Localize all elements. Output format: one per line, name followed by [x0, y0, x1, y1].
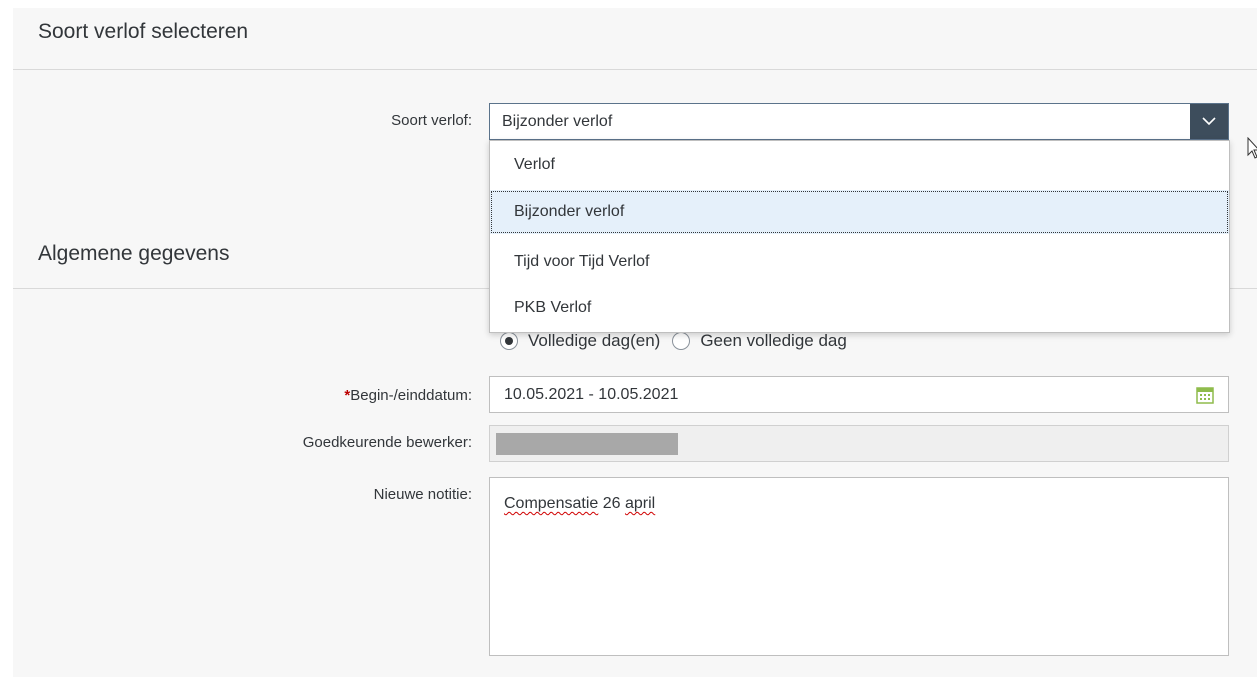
- note-label: Nieuwe notitie:: [373, 486, 472, 503]
- note-word: 26: [602, 495, 621, 512]
- leave-type-selected-value: Bijzonder verlof: [502, 113, 613, 130]
- section-title-general: Algemene gegevens: [38, 242, 230, 265]
- leave-type-label: Soort verlof:: [391, 112, 472, 129]
- chevron-down-icon: [1202, 117, 1216, 126]
- dropdown-option[interactable]: Tijd voor Tijd Verlof: [490, 240, 1229, 284]
- dropdown-toggle-button[interactable]: [1190, 104, 1228, 139]
- note-value: Compensatie 26 april: [504, 495, 655, 513]
- section-divider: [13, 69, 1257, 70]
- note-textarea[interactable]: Compensatie 26 april: [489, 477, 1229, 656]
- radio-partial-day-label[interactable]: Geen volledige dag: [700, 331, 847, 351]
- note-word: Compensatie: [504, 495, 599, 512]
- radio-partial-day[interactable]: [672, 332, 691, 350]
- leave-type-select[interactable]: Bijzonder verlof: [489, 103, 1229, 140]
- radio-full-day-label[interactable]: Volledige dag(en): [528, 331, 660, 351]
- approver-label: Goedkeurende bewerker:: [302, 434, 472, 451]
- section-title-leave-type: Soort verlof selecteren: [38, 20, 249, 43]
- radio-full-day[interactable]: [500, 332, 518, 350]
- duration-radio-group: Volledige dag(en) Geen volledige dag: [500, 330, 847, 352]
- note-word: april: [624, 495, 656, 512]
- dropdown-option[interactable]: PKB Verlof: [490, 286, 1229, 330]
- date-range-input[interactable]: 10.05.2021 - 10.05.2021: [489, 376, 1229, 413]
- approver-redacted-value: [496, 433, 678, 455]
- dropdown-option-selected[interactable]: Bijzonder verlof: [490, 190, 1229, 234]
- calendar-icon[interactable]: [1196, 386, 1214, 404]
- date-range-label: *Begin-/einddatum:: [12, 387, 472, 404]
- leave-type-dropdown-list: Verlof Bijzonder verlof Tijd voor Tijd V…: [489, 140, 1230, 333]
- mouse-pointer-icon: [1247, 137, 1257, 159]
- date-range-label-text: Begin-/einddatum:: [350, 387, 472, 404]
- approver-field: [489, 425, 1229, 462]
- dropdown-option[interactable]: Verlof: [490, 143, 1229, 187]
- radio-selected-dot: [505, 337, 513, 345]
- date-range-value: 10.05.2021 - 10.05.2021: [504, 386, 679, 403]
